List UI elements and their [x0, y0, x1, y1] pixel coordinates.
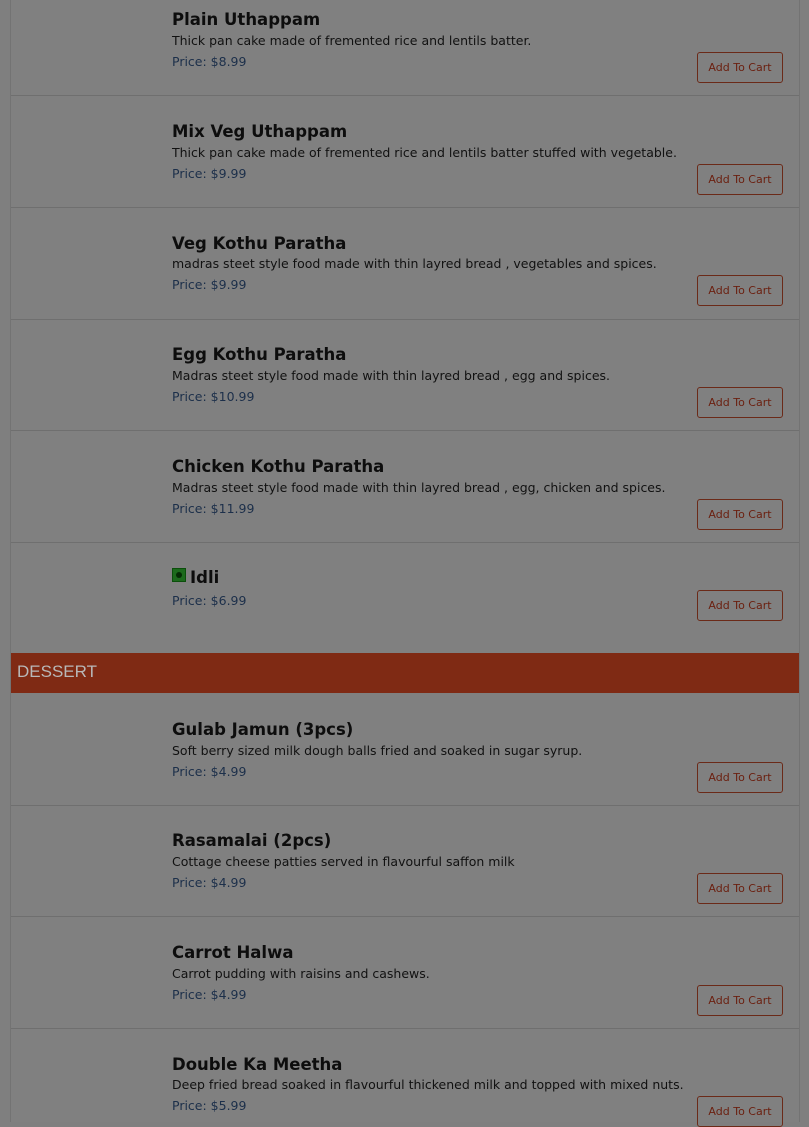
- item-description: Madras steet style food made with thin l…: [172, 480, 666, 495]
- add-to-cart-button[interactable]: Add To Cart: [697, 985, 783, 1016]
- item-description: Cottage cheese patties served in flavour…: [172, 854, 515, 869]
- item-price: Price: $9.99: [172, 166, 247, 181]
- section-title: DESSERT: [17, 662, 97, 681]
- add-to-cart-button[interactable]: Add To Cart: [697, 387, 783, 418]
- item-price: Price: $8.99: [172, 54, 247, 69]
- item-title: Carrot Halwa: [172, 943, 294, 962]
- item-description: Thick pan cake made of fremented rice an…: [172, 145, 677, 160]
- item-price: Price: $5.99: [172, 1098, 247, 1113]
- add-to-cart-button[interactable]: Add To Cart: [697, 1096, 783, 1127]
- item-price: Price: $9.99: [172, 277, 247, 292]
- item-description: Madras steet style food made with thin l…: [172, 368, 610, 383]
- item-price: Price: $11.99: [172, 501, 255, 516]
- menu-item: Gulab Jamun (3pcs) Soft berry sized milk…: [11, 694, 799, 806]
- item-price: Price: $10.99: [172, 389, 255, 404]
- add-to-cart-button[interactable]: Add To Cart: [697, 164, 783, 195]
- menu-item: Double Ka Meetha Deep fried bread soaked…: [11, 1029, 799, 1127]
- item-price: Price: $4.99: [172, 987, 247, 1002]
- add-to-cart-button[interactable]: Add To Cart: [697, 873, 783, 904]
- add-to-cart-button[interactable]: Add To Cart: [697, 275, 783, 306]
- menu-panel: Plain Uthappam Thick pan cake made of fr…: [10, 0, 800, 1127]
- item-description: Deep fried bread soaked in flavourful th…: [172, 1077, 684, 1092]
- item-title: Plain Uthappam: [172, 10, 321, 29]
- item-title: Chicken Kothu Paratha: [172, 457, 385, 476]
- add-to-cart-button[interactable]: Add To Cart: [697, 499, 783, 530]
- menu-item: Rasamalai (2pcs) Cottage cheese patties …: [11, 806, 799, 917]
- item-description: Soft berry sized milk dough balls fried …: [172, 743, 583, 758]
- item-title: Mix Veg Uthappam: [172, 122, 348, 141]
- item-price: Price: $4.99: [172, 875, 247, 890]
- item-description: madras steet style food made with thin l…: [172, 256, 657, 271]
- menu-item: Egg Kothu Paratha Madras steet style foo…: [11, 320, 799, 431]
- item-price: Price: $6.99: [172, 593, 247, 608]
- menu-item: Carrot Halwa Carrot pudding with raisins…: [11, 917, 799, 1029]
- item-title: Rasamalai (2pcs): [172, 831, 332, 850]
- item-title: Gulab Jamun (3pcs): [172, 720, 354, 739]
- add-to-cart-button[interactable]: Add To Cart: [697, 52, 783, 83]
- item-title: Double Ka Meetha: [172, 1055, 343, 1074]
- item-title: Idli: [172, 568, 219, 588]
- menu-item: Idli Price: $6.99 Add To Cart: [11, 543, 799, 653]
- add-to-cart-button[interactable]: Add To Cart: [697, 590, 783, 621]
- menu-item: Chicken Kothu Paratha Madras steet style…: [11, 431, 799, 543]
- item-title-text: Idli: [190, 568, 220, 587]
- menu-item: Mix Veg Uthappam Thick pan cake made of …: [11, 96, 799, 208]
- add-to-cart-button[interactable]: Add To Cart: [697, 762, 783, 793]
- menu-item: Plain Uthappam Thick pan cake made of fr…: [11, 0, 799, 96]
- item-title: Egg Kothu Paratha: [172, 345, 347, 364]
- item-description: Thick pan cake made of fremented rice an…: [172, 33, 532, 48]
- menu-item: Veg Kothu Paratha madras steet style foo…: [11, 208, 799, 320]
- item-title: Veg Kothu Paratha: [172, 234, 347, 253]
- item-description: Carrot pudding with raisins and cashews.: [172, 966, 430, 981]
- section-header-dessert: DESSERT: [11, 653, 799, 693]
- veg-indicator-icon: [172, 568, 186, 582]
- item-price: Price: $4.99: [172, 764, 247, 779]
